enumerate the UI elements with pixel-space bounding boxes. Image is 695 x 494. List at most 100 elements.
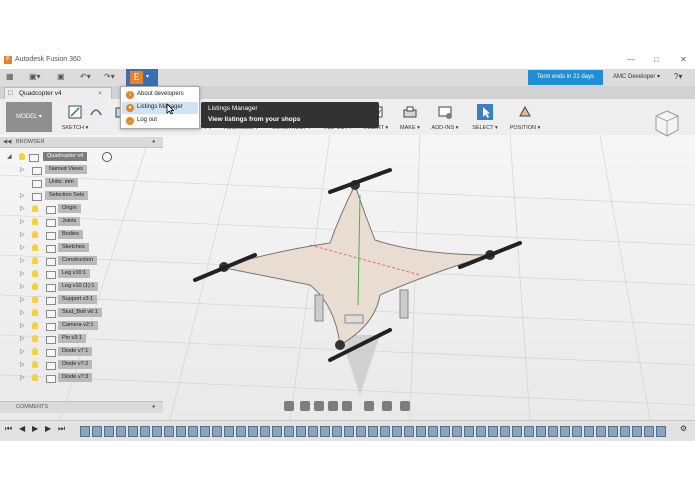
timeline-feature-icon[interactable]: [416, 426, 426, 437]
timeline-feature-icon[interactable]: [368, 426, 378, 437]
expand-icon[interactable]: ▷: [20, 335, 25, 342]
add-ins-tool[interactable]: ADD-INS ▾: [428, 101, 462, 135]
browser-item-bodies[interactable]: ▷ Bodies: [20, 229, 130, 241]
zoom-icon[interactable]: [328, 401, 338, 411]
expand-icon[interactable]: ▷: [20, 361, 25, 368]
timeline-feature-icon[interactable]: [140, 426, 150, 437]
visibility-bulb-icon[interactable]: [32, 335, 38, 342]
timeline-feature-icon[interactable]: [620, 426, 630, 437]
close-window-button[interactable]: ✕: [680, 55, 687, 64]
timeline-feature-icon[interactable]: [224, 426, 234, 437]
timeline-feature-icon[interactable]: [80, 426, 90, 437]
timeline-feature-icon[interactable]: [512, 426, 522, 437]
browser-item-named-views[interactable]: ▷ Named Views: [20, 164, 130, 176]
timeline-feature-icon[interactable]: [344, 426, 354, 437]
browser-item-component[interactable]: ▷ Diode v7:1: [20, 346, 130, 358]
expand-icon[interactable]: ▷: [20, 309, 25, 316]
position-tool[interactable]: POSITION ▾: [508, 101, 542, 135]
timeline-feature-icon[interactable]: [500, 426, 510, 437]
help-button[interactable]: ?▾: [674, 72, 682, 81]
browser-item-component[interactable]: ▷ Camera v2:1: [20, 320, 130, 332]
redo-icon[interactable]: ↷▾: [104, 72, 115, 81]
timeline-feature-icon[interactable]: [380, 426, 390, 437]
expand-icon[interactable]: ▷: [20, 374, 25, 381]
timeline-feature-icon[interactable]: [332, 426, 342, 437]
visibility-bulb-icon[interactable]: [32, 348, 38, 355]
visibility-bulb-icon[interactable]: [32, 296, 38, 303]
timeline-feature-icon[interactable]: [296, 426, 306, 437]
menu-item-about-developers[interactable]: i About developers: [122, 89, 198, 101]
browser-item-joints[interactable]: ▷ Joints: [20, 216, 130, 228]
visibility-bulb-icon[interactable]: [19, 153, 25, 160]
look-at-icon[interactable]: [300, 401, 310, 411]
pan-icon[interactable]: [314, 401, 324, 411]
visibility-bulb-icon[interactable]: [32, 244, 38, 251]
timeline-feature-icon[interactable]: [308, 426, 318, 437]
browser-item-units[interactable]: Units: mm: [20, 177, 130, 189]
timeline-feature-icon[interactable]: [188, 426, 198, 437]
timeline-feature-icon[interactable]: [260, 426, 270, 437]
grid-menu-icon[interactable]: ▦: [6, 72, 14, 81]
timeline-feature-icon[interactable]: [272, 426, 282, 437]
go-to-end-icon[interactable]: ⏭: [58, 424, 65, 434]
timeline-feature-icon[interactable]: [608, 426, 618, 437]
timeline-feature-icon[interactable]: [104, 426, 114, 437]
timeline-feature-icon[interactable]: [356, 426, 366, 437]
browser-item-component[interactable]: ▷ Diode v7:2: [20, 359, 130, 371]
timeline-feature-icon[interactable]: [524, 426, 534, 437]
timeline-feature-icon[interactable]: [596, 426, 606, 437]
browser-item-origin[interactable]: ▷ Origin: [20, 203, 130, 215]
timeline-feature-icon[interactable]: [584, 426, 594, 437]
account-menu[interactable]: AMC Developer ▾: [613, 73, 660, 80]
timeline-feature-icon[interactable]: [572, 426, 582, 437]
timeline-feature-icon[interactable]: [656, 426, 666, 437]
workspace-switcher[interactable]: MODEL ▾: [6, 102, 52, 132]
browser-item-construction[interactable]: ▷ Construction: [20, 255, 130, 267]
menu-item-listings-manager[interactable]: ● Listings Manager: [122, 102, 198, 114]
step-forward-icon[interactable]: ▶: [45, 424, 51, 433]
timeline-feature-icon[interactable]: [176, 426, 186, 437]
timeline-feature-icon[interactable]: [392, 426, 402, 437]
timeline-feature-icon[interactable]: [284, 426, 294, 437]
visibility-bulb-icon[interactable]: [32, 257, 38, 264]
timeline-feature-icon[interactable]: [116, 426, 126, 437]
term-notice-button[interactable]: Term ends in 21 days: [528, 70, 603, 85]
timeline-feature-icon[interactable]: [128, 426, 138, 437]
undo-icon[interactable]: ↶▾: [80, 72, 91, 81]
timeline-feature-icon[interactable]: [152, 426, 162, 437]
timeline-feature-icon[interactable]: [644, 426, 654, 437]
expand-icon[interactable]: ▷: [20, 296, 25, 303]
expand-icon[interactable]: ▷: [20, 348, 25, 355]
browser-item-component[interactable]: ▷ Diode v7:3: [20, 372, 130, 384]
maximize-button[interactable]: □: [654, 55, 659, 64]
visibility-bulb-icon[interactable]: [32, 270, 38, 277]
expand-icon[interactable]: ▷: [20, 270, 25, 277]
browser-item-component[interactable]: ▷ Support v3:1: [20, 294, 130, 306]
timeline-feature-icon[interactable]: [200, 426, 210, 437]
visibility-bulb-icon[interactable]: [32, 231, 38, 238]
view-cube[interactable]: [654, 109, 680, 139]
visibility-bulb-icon[interactable]: [32, 374, 38, 381]
timeline-feature-icon[interactable]: [560, 426, 570, 437]
timeline-feature-icon[interactable]: [632, 426, 642, 437]
visibility-bulb-icon[interactable]: [32, 205, 38, 212]
timeline-feature-icon[interactable]: [428, 426, 438, 437]
visibility-bulb-icon[interactable]: [32, 361, 38, 368]
timeline-feature-icon[interactable]: [92, 426, 102, 437]
expand-icon[interactable]: ◢: [7, 153, 12, 160]
timeline-feature-icon[interactable]: [452, 426, 462, 437]
fusion-addin-button[interactable]: E ▾: [126, 69, 158, 86]
pin-icon[interactable]: ●: [152, 404, 155, 410]
menu-item-log-out[interactable]: → Log out: [122, 115, 198, 127]
expand-icon[interactable]: ▷: [20, 166, 25, 173]
timeline-feature-icon[interactable]: [320, 426, 330, 437]
browser-item-component[interactable]: ▷ Leg v10:1: [20, 268, 130, 280]
make-tool[interactable]: MAKE ▾: [393, 101, 427, 135]
visibility-bulb-icon[interactable]: [32, 309, 38, 316]
visibility-bulb-icon[interactable]: [32, 218, 38, 225]
browser-item-sketches[interactable]: ▷ Sketches: [20, 242, 130, 254]
browser-item-component[interactable]: ▷ Leg v10 (1):1: [20, 281, 130, 293]
comments-panel[interactable]: COMMENTS ●: [0, 401, 163, 413]
expand-icon[interactable]: ▷: [20, 257, 25, 264]
step-back-icon[interactable]: ◀: [19, 424, 25, 433]
